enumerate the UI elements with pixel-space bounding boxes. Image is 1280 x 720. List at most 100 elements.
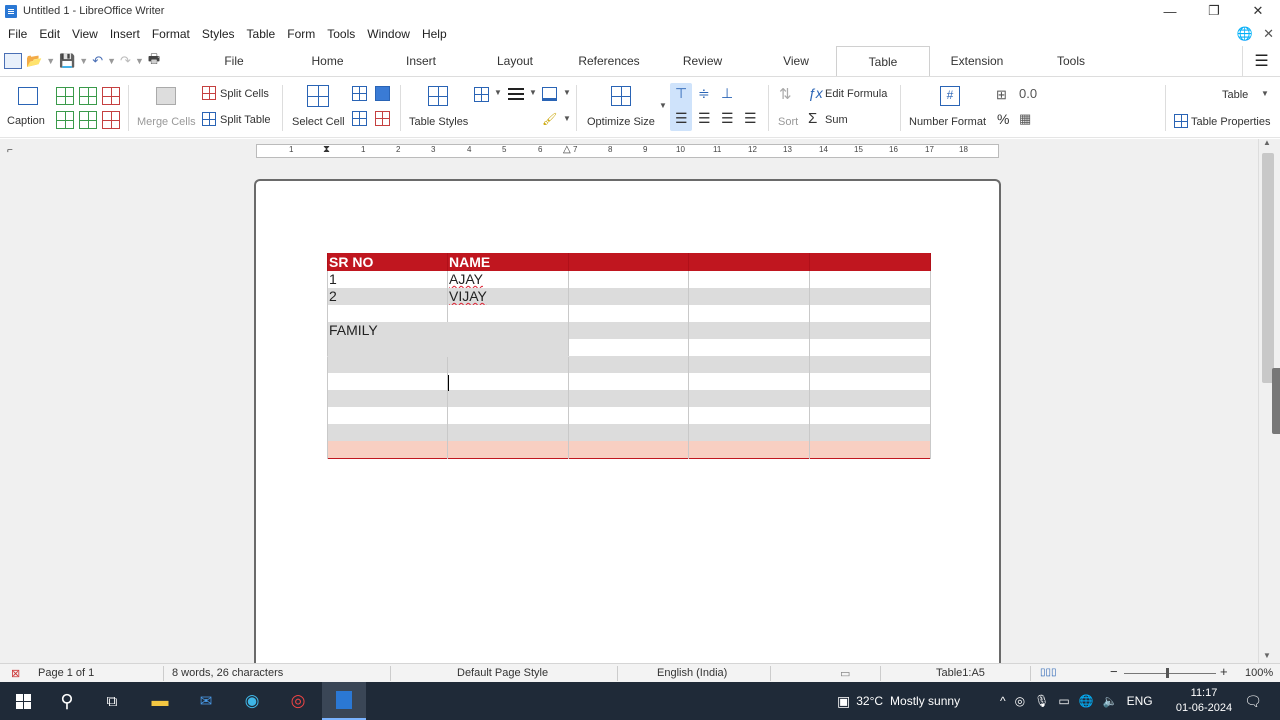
scrollbar-thumb[interactable] — [1262, 153, 1274, 383]
chevron-down-icon[interactable]: ▼ — [79, 56, 88, 66]
table-cell[interactable] — [688, 441, 810, 458]
table-cell[interactable] — [809, 424, 931, 441]
restore-button[interactable]: ❐ — [1192, 0, 1236, 22]
input-language[interactable]: ENG — [1127, 694, 1153, 708]
page-count[interactable]: Page 1 of 1 — [38, 667, 94, 679]
zoom-slider[interactable] — [1124, 673, 1216, 674]
globe-icon[interactable]: 🌐 — [1237, 26, 1253, 42]
table-cell[interactable] — [809, 339, 931, 356]
zoom-slider-thumb[interactable] — [1166, 668, 1169, 678]
table-cell[interactable] — [327, 407, 448, 424]
tab-review[interactable]: Review — [649, 46, 756, 76]
table-cell[interactable] — [568, 424, 689, 441]
tab-layout[interactable]: Layout — [461, 46, 569, 76]
formula-icon[interactable]: ƒx — [808, 85, 823, 101]
table-cell[interactable] — [688, 271, 810, 288]
table-cell[interactable] — [327, 424, 448, 441]
mail-icon[interactable]: ✉ — [191, 682, 221, 720]
table-cell[interactable] — [447, 407, 569, 424]
document-table[interactable]: SR NO NAME 1 AJAY 2 VIJAY FAMILY — [327, 253, 931, 459]
menu-help[interactable]: Help — [416, 27, 453, 41]
close-document-icon[interactable]: ✕ — [1263, 26, 1274, 42]
chevron-down-icon[interactable]: ▼ — [563, 88, 571, 97]
table-cell[interactable] — [447, 373, 569, 390]
currency-format-icon[interactable]: ⊞ — [996, 87, 1007, 103]
microphone-icon[interactable]: 🎙 — [1034, 694, 1049, 708]
align-right-icon[interactable]: ☰ — [721, 110, 734, 127]
table-styles-icon[interactable] — [428, 86, 448, 106]
menu-tools[interactable]: Tools — [321, 27, 361, 41]
table-cell[interactable] — [688, 253, 810, 271]
table-cell[interactable] — [688, 356, 810, 373]
table-cell[interactable] — [568, 322, 689, 339]
tab-extension[interactable]: Extension — [930, 46, 1024, 76]
table-cell[interactable] — [568, 373, 689, 390]
table-cell[interactable] — [447, 441, 569, 458]
caption-icon[interactable] — [18, 87, 38, 105]
sum-icon[interactable]: Σ — [808, 110, 817, 127]
tab-table[interactable]: Table — [836, 46, 930, 76]
split-table-icon[interactable] — [202, 112, 216, 126]
table-cell[interactable]: AJAY — [447, 271, 569, 288]
chevron-down-icon[interactable]: ▼ — [1261, 89, 1269, 98]
align-bottom-icon[interactable]: ⊥ — [721, 85, 733, 102]
table-cell[interactable] — [688, 322, 810, 339]
table-cell[interactable] — [809, 441, 931, 458]
table-cell[interactable] — [447, 424, 569, 441]
align-center-vertical-icon[interactable]: ≑ — [698, 85, 710, 102]
menu-edit[interactable]: Edit — [33, 27, 66, 41]
file-explorer-icon[interactable]: ▬ — [145, 682, 175, 720]
print-icon[interactable]: 🖶 — [148, 50, 160, 72]
new-document-icon[interactable] — [4, 53, 22, 69]
table-cell[interactable] — [568, 305, 689, 322]
save-icon[interactable]: 💾 — [59, 53, 75, 69]
split-table-button[interactable]: Split Table — [220, 114, 271, 126]
undo-icon[interactable]: ↶ — [92, 53, 103, 69]
network-icon[interactable]: 🌐 — [1079, 694, 1094, 708]
table-cell[interactable]: NAME — [447, 253, 569, 271]
chevron-down-icon[interactable]: ▼ — [529, 88, 537, 97]
table-cell[interactable] — [688, 407, 810, 424]
table-cell[interactable] — [568, 253, 689, 271]
table-cell[interactable] — [809, 322, 931, 339]
table-cell[interactable] — [688, 373, 810, 390]
insert-rows-below-icon[interactable] — [56, 111, 74, 129]
table-cell[interactable] — [327, 356, 448, 373]
edit-formula-button[interactable]: Edit Formula — [825, 88, 887, 100]
table-cell[interactable] — [688, 339, 810, 356]
table-cell[interactable]: VIJAY — [447, 288, 569, 305]
table-cell[interactable] — [809, 407, 931, 424]
left-indent-marker[interactable]: ⧗ — [323, 144, 330, 155]
zoom-level[interactable]: 100% — [1245, 667, 1273, 679]
select-table-icon[interactable] — [375, 86, 390, 101]
table-cell[interactable] — [568, 356, 689, 373]
tab-tools[interactable]: Tools — [1024, 46, 1118, 76]
table-cell[interactable] — [809, 288, 931, 305]
tab-references[interactable]: References — [569, 46, 649, 76]
chevron-down-icon[interactable]: ▼ — [494, 88, 502, 97]
page-style[interactable]: Default Page Style — [457, 667, 548, 679]
chevron-down-icon[interactable]: ▼ — [563, 114, 571, 123]
table-cell[interactable] — [809, 390, 931, 407]
table-cell[interactable] — [809, 356, 931, 373]
decimal-format-icon[interactable]: 0.0 — [1019, 86, 1037, 101]
table-cell[interactable] — [447, 390, 569, 407]
tab-file[interactable]: File — [194, 46, 274, 76]
screen-recorder-icon[interactable]: ◎ — [283, 682, 313, 720]
table-cell[interactable] — [568, 407, 689, 424]
table-cell[interactable] — [568, 441, 689, 458]
table-properties-icon[interactable] — [1174, 114, 1188, 128]
tab-insert[interactable]: Insert — [381, 46, 461, 76]
table-dropdown[interactable]: Table — [1222, 89, 1248, 101]
delete-columns-icon[interactable] — [102, 111, 120, 129]
scroll-up-icon[interactable]: ▲ — [1263, 138, 1271, 147]
cell-background-icon[interactable]: 🖌 — [542, 112, 558, 126]
select-cell-button[interactable]: Select Cell — [292, 116, 345, 128]
chevron-down-icon[interactable]: ▼ — [659, 101, 667, 110]
close-button[interactable]: ✕ — [1236, 0, 1280, 22]
volume-icon[interactable]: 🔈 — [1103, 694, 1118, 708]
table-cell[interactable]: 1 — [327, 271, 448, 288]
selection-mode-icon[interactable]: ▭ — [840, 667, 850, 680]
optimize-size-button[interactable]: Optimize Size — [587, 116, 655, 128]
table-cell[interactable] — [568, 271, 689, 288]
